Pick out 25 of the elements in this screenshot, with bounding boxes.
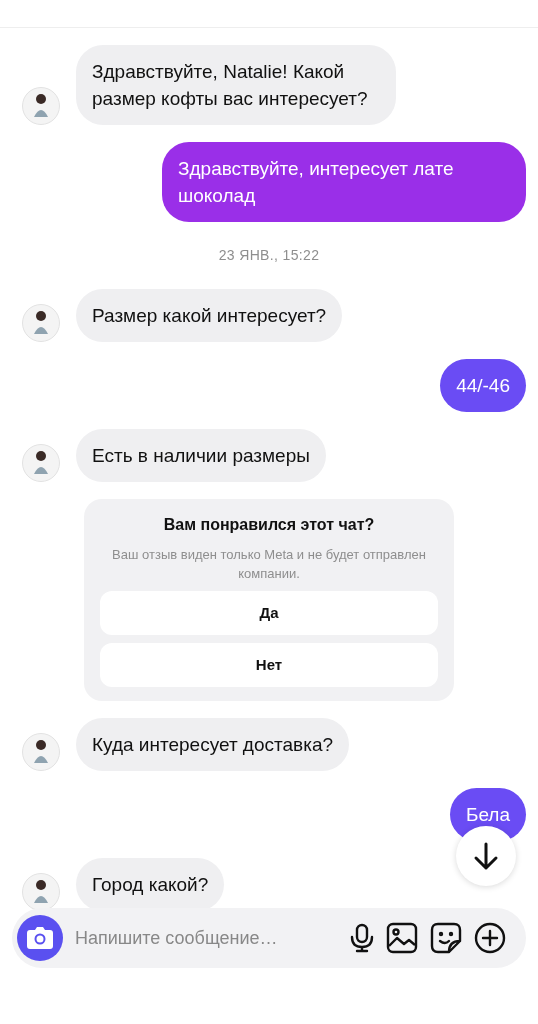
answer-button[interactable]: Нет: [100, 643, 438, 687]
message-bubble: Здравствуйте, Natalie! Какой размер кофты вас интересует?: [76, 45, 396, 125]
message-bubble: Есть в наличии размеры: [76, 429, 326, 482]
image-icon[interactable]: [386, 922, 418, 954]
survey-title: Вам понравился этот чат?: [163, 515, 375, 535]
camera-button[interactable]: [17, 915, 63, 961]
camera-icon: [27, 927, 53, 949]
arrow-down-icon: [473, 841, 499, 871]
avatar-icon: [22, 304, 60, 342]
message-bubble: Город какой?: [76, 858, 225, 911]
microphone-icon[interactable]: [350, 923, 374, 953]
add-icon[interactable]: [474, 922, 506, 954]
avatar-icon: [22, 87, 60, 125]
message-bubble: Куда интересует доставка?: [76, 718, 350, 771]
message-input[interactable]: Напишите сообщение…: [75, 924, 338, 952]
scroll-down-button[interactable]: [456, 826, 516, 886]
message-bubble: 44/-46: [440, 359, 526, 412]
message-bubble: Размер какой интересует?: [76, 289, 343, 342]
timestamp: 23 ЯНВ., 15:22: [218, 246, 320, 265]
sticker-icon[interactable]: [430, 922, 462, 954]
message-bubble: Здравствуйте, интересует лате шоколад: [162, 142, 526, 222]
answer-button[interactable]: Да: [100, 591, 438, 635]
avatar-icon: [22, 733, 60, 771]
avatar-icon: [22, 444, 60, 482]
survey-subtitle: Ваш отзыв виден только Meta и не будет отправлен компании.: [111, 546, 427, 583]
